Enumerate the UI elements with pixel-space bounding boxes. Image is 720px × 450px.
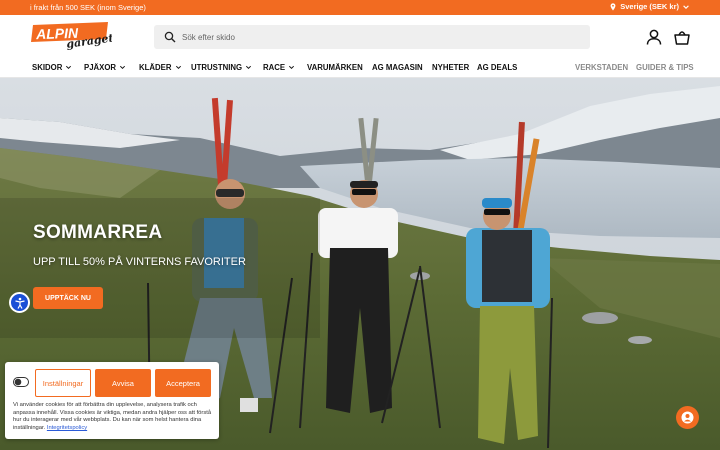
alpingaraget-logo[interactable]: ALPIN garaget — [30, 21, 112, 51]
discover-now-button[interactable]: UPPTÄCK NU — [33, 287, 103, 309]
hero-title: SOMMARREA — [33, 222, 163, 243]
chevron-down-icon — [175, 65, 181, 70]
nav-label: KLÄDER — [139, 63, 172, 72]
search-input[interactable] — [182, 32, 562, 42]
nav-item-utrustning[interactable]: UTRUSTNING — [191, 63, 252, 72]
location-pin-icon — [610, 2, 616, 11]
cookie-text: Vi använder cookies för att förbättra di… — [13, 402, 217, 432]
accessibility-icon — [14, 297, 25, 309]
nav-label: NYHETER — [432, 63, 470, 72]
nav-item-ag-magasin[interactable]: AG MAGASIN — [372, 63, 423, 72]
chevron-down-icon — [120, 65, 126, 70]
cookie-banner: Inställningar Avvisa Acceptera Vi använd… — [5, 362, 219, 439]
cookie-description: Vi använder cookies för att förbättra di… — [13, 402, 212, 431]
nav-item-klader[interactable]: KLÄDER — [139, 63, 182, 72]
chevron-down-icon — [66, 65, 72, 70]
chevron-down-icon — [289, 65, 295, 70]
account-icon[interactable] — [645, 28, 663, 46]
nav-item-race[interactable]: RACE — [263, 63, 295, 72]
nav-label: PJÄXOR — [84, 63, 117, 72]
nav-label: AG MAGASIN — [372, 63, 423, 72]
chevron-down-icon — [246, 65, 252, 70]
main-nav: SKIDOR PJÄXOR KLÄDER UTRUSTNING RACE VAR… — [0, 58, 720, 78]
chevron-down-icon — [683, 4, 689, 9]
nav-label: AG DEALS — [477, 63, 518, 72]
chat-person-icon — [681, 411, 694, 424]
privacy-policy-link[interactable]: Integritetspolicy — [47, 425, 87, 431]
cart-icon[interactable] — [673, 28, 691, 46]
accessibility-button[interactable] — [9, 292, 30, 313]
nav-label: VARUMÄRKEN — [307, 63, 363, 72]
nav-item-ag-deals[interactable]: AG DEALS — [477, 63, 517, 72]
nav-item-guider-tips[interactable]: GUIDER & TIPS — [636, 63, 694, 72]
nav-item-varumarken[interactable]: VARUMÄRKEN — [307, 63, 363, 72]
announcement-bar: i frakt från 500 SEK (inom Sverige) Sver… — [0, 0, 720, 15]
region-selector[interactable]: Sverige (SEK kr) — [609, 2, 690, 11]
cookie-toggle-icon[interactable] — [13, 377, 29, 387]
site-header: ALPIN garaget — [0, 15, 720, 58]
nav-item-nyheter[interactable]: NYHETER — [432, 63, 469, 72]
nav-label: SKIDOR — [32, 63, 63, 72]
nav-label: UTRUSTNING — [191, 63, 243, 72]
cookie-accept-button[interactable]: Acceptera — [155, 369, 211, 397]
shipping-message: i frakt från 500 SEK (inom Sverige) — [30, 3, 146, 12]
search-bar[interactable] — [154, 25, 590, 49]
nav-item-skidor[interactable]: SKIDOR — [32, 63, 72, 72]
nav-label: VERKSTADEN — [575, 63, 629, 72]
chat-button[interactable] — [676, 406, 699, 429]
hero-subtitle: UPP TILL 50% PÅ VINTERNS FAVORITER — [33, 256, 246, 268]
nav-item-verkstaden[interactable]: VERKSTADEN — [575, 63, 628, 72]
cookie-deny-button[interactable]: Avvisa — [95, 369, 151, 397]
nav-label: GUIDER & TIPS — [636, 63, 694, 72]
cookie-settings-button[interactable]: Inställningar — [35, 369, 91, 397]
nav-label: RACE — [263, 63, 286, 72]
search-icon — [164, 31, 176, 43]
region-label: Sverige (SEK kr) — [620, 2, 679, 11]
nav-item-pjaxor[interactable]: PJÄXOR — [84, 63, 126, 72]
